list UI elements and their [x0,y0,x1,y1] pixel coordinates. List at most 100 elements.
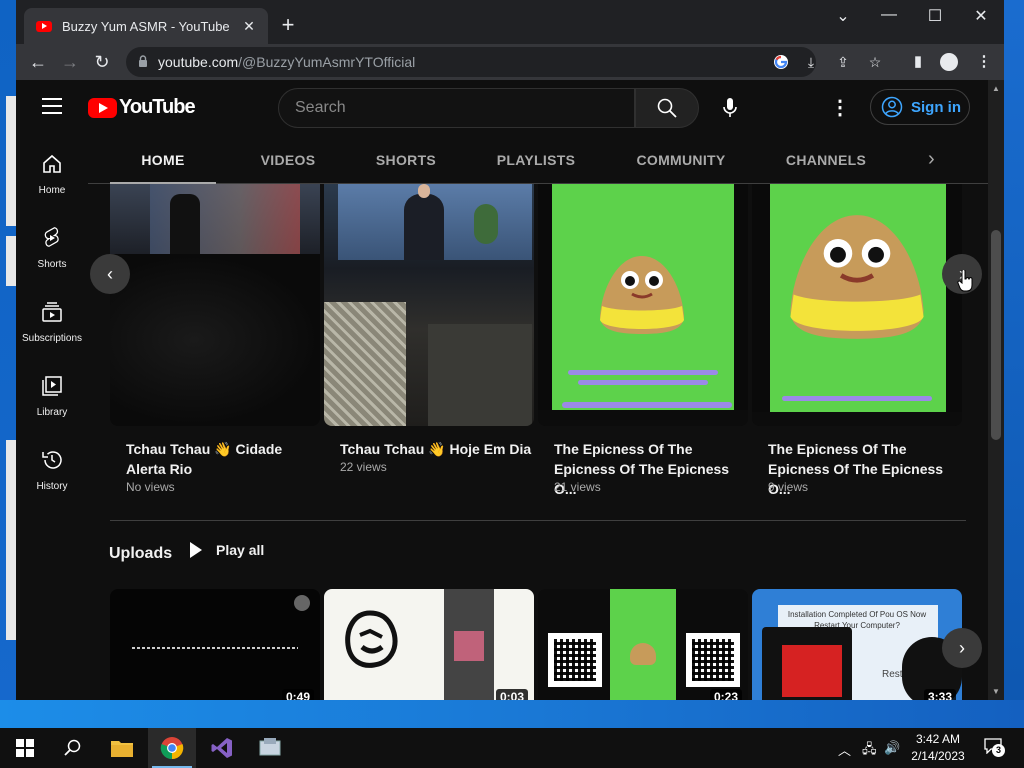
search-box [278,88,635,128]
volume-icon[interactable]: 🔊 [884,740,900,756]
play-all-button[interactable]: Play all [190,542,264,558]
page-scrollbar[interactable]: ▲ ▼ [988,80,1004,700]
app-window-icon [259,738,281,756]
guide-item-subscriptions[interactable]: Subscriptions [16,284,88,358]
forward-icon[interactable]: → [58,50,82,74]
scroll-down-icon[interactable]: ▼ [992,687,1000,696]
tabs-scroll-right-icon[interactable]: › [928,148,935,171]
folder-icon [111,741,133,757]
chrome-menu-icon[interactable]: ⋮ [972,50,996,74]
tab-search-icon[interactable]: ⌄ [828,6,858,26]
network-icon[interactable]: 🖧 [862,740,877,762]
video-duration: 0:23 [709,689,742,700]
guide-item-shorts[interactable]: Shorts [16,210,88,284]
hamburger-menu-icon[interactable] [42,98,62,114]
tab-channels[interactable]: CHANNELS [764,136,888,184]
guide-label: Shorts [37,259,67,270]
video-title[interactable]: Tchau Tchau 👋 Cidade Alerta Rio [126,439,322,479]
tab-videos[interactable]: VIDEOS [238,136,338,184]
history-icon [42,451,62,469]
search-icon [657,98,677,118]
guide-item-library[interactable]: Library [16,358,88,432]
new-tab-button[interactable]: + [276,14,300,36]
notifications-button[interactable]: 3 [984,738,1005,757]
youtube-header: YouTube ⋮ [16,80,988,136]
windows-logo-icon [16,739,34,757]
pou-character-icon [790,215,924,339]
show-hidden-icons[interactable]: ︿ [838,740,851,759]
upload-thumbnail[interactable]: 0:49 [110,589,320,700]
video-views: No views [126,480,175,494]
tab-playlists[interactable]: PLAYLISTS [476,136,596,184]
address-bar[interactable]: youtube.com/@BuzzyYumAsmrYTOfficial ⤓ ⇪ … [126,47,881,77]
desktop-window-edge [6,96,16,226]
tab-community[interactable]: COMMUNITY [614,136,748,184]
google-lens-icon[interactable] [770,52,792,72]
tab-shorts[interactable]: SHORTS [354,136,458,184]
search-input[interactable] [279,89,634,127]
tab-close-icon[interactable]: ✕ [240,18,258,35]
video-thumbnail[interactable] [324,184,534,426]
profile-avatar-icon[interactable] [940,53,958,71]
taskbar-clock[interactable]: 3:42 AM 2/14/2023 [900,731,976,765]
library-icon [42,376,62,396]
youtube-favicon-icon [36,20,52,32]
account-icon [881,96,903,118]
video-duration: 3:33 [923,689,956,700]
guide-item-history[interactable]: History [16,432,88,506]
scrollbar-thumb[interactable] [991,230,1001,440]
visual-studio-icon [211,738,232,758]
share-icon[interactable]: ⇪ [832,52,854,72]
video-thumbnail[interactable] [538,184,748,426]
taskbar-search-button[interactable] [48,728,96,768]
sign-in-button[interactable]: Sign in [870,89,970,125]
search-button[interactable] [635,88,699,128]
upload-thumbnail[interactable]: 0:23 [538,589,748,700]
play-icon [190,542,202,558]
tab-home[interactable]: HOME [110,136,216,184]
upload-thumbnail[interactable]: Installation Completed Of Pou OS Now Res… [752,589,962,700]
desktop-window-edge [6,236,16,286]
bookmark-star-icon[interactable]: ☆ [864,52,886,72]
uploads-scroll-right-button[interactable]: › [942,628,982,668]
clock-time: 3:42 AM [915,732,961,746]
notification-count-badge: 3 [992,744,1005,757]
guide-label: Subscriptions [21,333,83,344]
video-views: 22 views [340,460,387,474]
voice-search-button[interactable] [710,88,750,128]
guide-label: Library [36,407,68,418]
video-title[interactable]: Tchau Tchau 👋 Hoje Em Dia [340,439,536,459]
youtube-logo[interactable]: YouTube [88,96,196,119]
taskbar-app[interactable] [246,728,294,768]
upload-thumbnail[interactable]: 0:03 [324,589,534,700]
reload-icon[interactable]: ↻ [90,50,114,74]
shelf-scroll-left-button[interactable]: ‹ [90,254,130,294]
guide-label: History [36,481,68,492]
settings-menu-icon[interactable]: ⋮ [828,96,852,120]
close-window-button[interactable]: ✕ [966,6,996,26]
browser-toolbar: ← → ↻ youtube.com/@BuzzyYumAsmrYTOfficia… [16,44,1004,80]
lock-icon [139,55,147,67]
guide-item-home[interactable]: Home [16,136,88,210]
maximize-button[interactable]: ☐ [920,6,950,26]
chrome-window: Buzzy Yum ASMR - YouTube ✕ + ⌄ — ☐ ✕ ← →… [16,0,1004,700]
taskbar-file-explorer[interactable] [98,728,146,768]
start-button[interactable] [0,728,48,768]
tab-strip: Buzzy Yum ASMR - YouTube ✕ + ⌄ — ☐ ✕ [16,0,1004,44]
taskbar-visual-studio[interactable] [198,728,246,768]
subscriptions-icon [42,302,62,322]
minimize-button[interactable]: — [874,6,904,24]
side-panel-icon[interactable]: ▮ [906,50,930,74]
desktop-background-bottom [0,700,1024,728]
uploads-heading[interactable]: Uploads [109,545,172,563]
scroll-up-icon[interactable]: ▲ [992,84,1000,93]
video-thumbnail[interactable] [752,184,962,426]
install-app-icon[interactable]: ⤓ [800,52,822,72]
back-icon[interactable]: ← [26,50,50,74]
video-views: 9 views [768,480,809,494]
video-views: 21 views [554,480,601,494]
browser-tab-youtube[interactable]: Buzzy Yum ASMR - YouTube ✕ [24,8,268,44]
video-thumbnail[interactable] [110,184,320,426]
clock-date: 2/14/2023 [911,749,965,763]
taskbar-chrome[interactable] [148,728,196,768]
